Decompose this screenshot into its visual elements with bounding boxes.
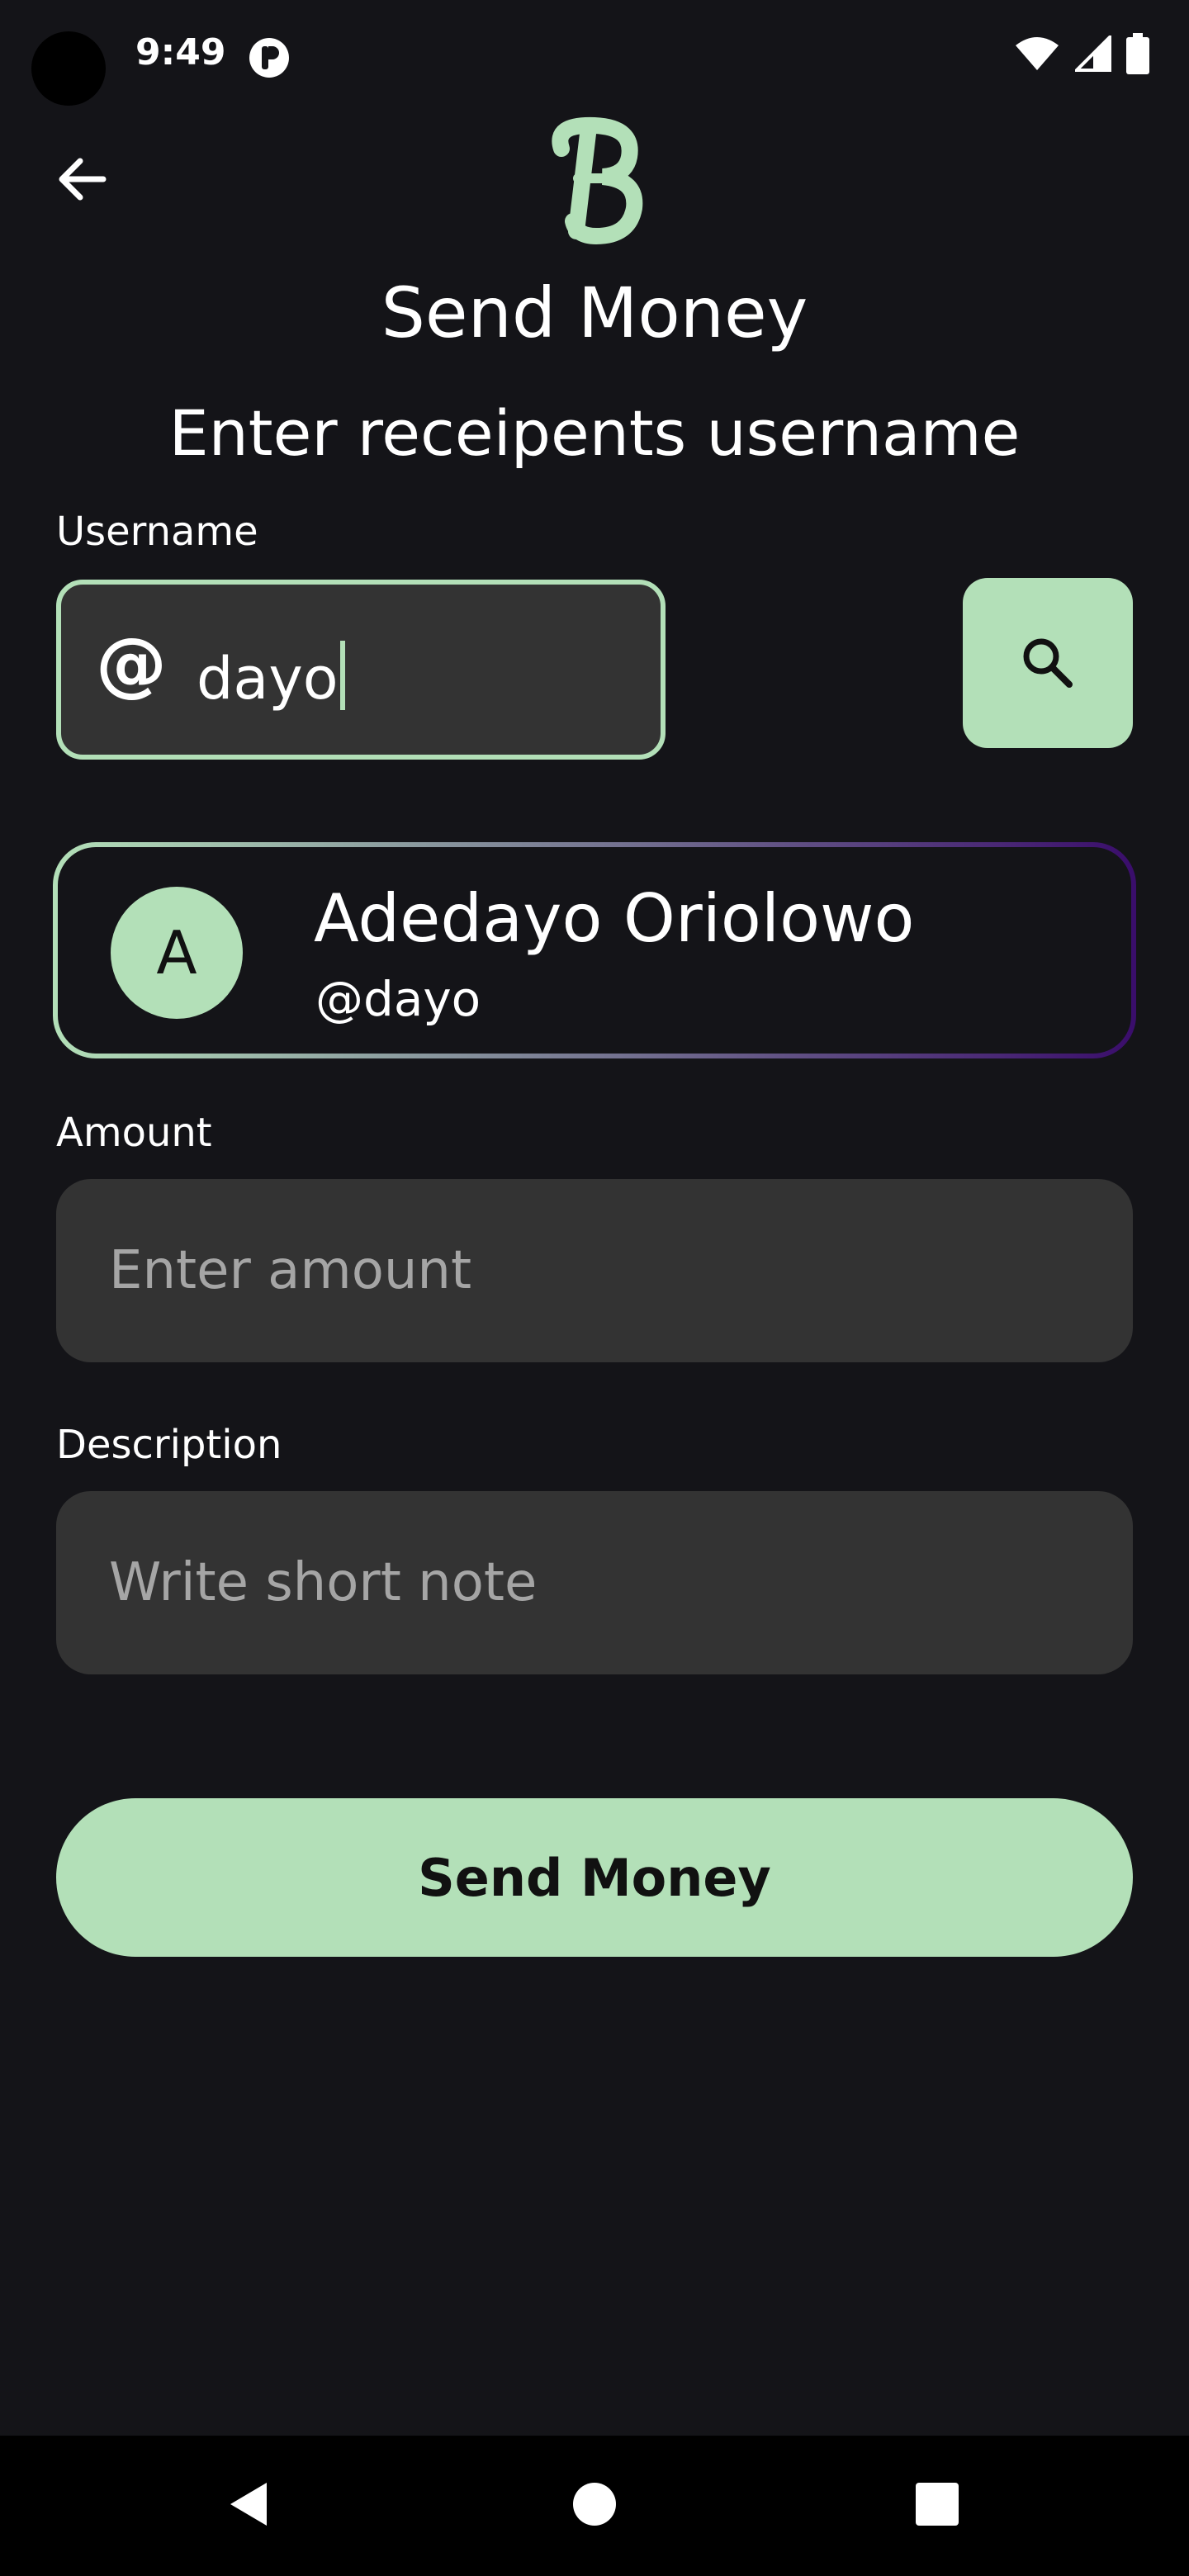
battery-icon <box>1126 33 1149 74</box>
nav-home-button[interactable] <box>549 2459 640 2550</box>
recipient-handle: @dayo <box>315 971 481 1027</box>
back-button[interactable] <box>51 149 112 210</box>
description-label: Description <box>56 1422 282 1468</box>
avatar: A <box>111 887 243 1019</box>
nav-recents-button[interactable] <box>892 2459 983 2550</box>
username-input[interactable]: @ dayo <box>56 580 666 760</box>
navigation-bar <box>0 2436 1189 2576</box>
page-title: Send Money <box>381 272 808 353</box>
amount-field-container <box>56 1179 1133 1362</box>
username-value[interactable]: dayo <box>197 641 345 716</box>
search-button[interactable] <box>963 578 1133 748</box>
camera-cutout <box>31 31 106 106</box>
amount-input[interactable] <box>56 1179 1133 1362</box>
search-icon <box>1023 638 1073 688</box>
wifi-icon <box>1016 37 1059 70</box>
notification-app-icon <box>249 38 289 78</box>
square-recents-icon <box>916 2483 959 2526</box>
recipient-name: Adedayo Oriolowo <box>314 880 915 957</box>
description-field-container <box>56 1491 1133 1674</box>
nav-back-button[interactable] <box>203 2459 294 2550</box>
username-label: Username <box>56 509 258 555</box>
page-subtitle: Enter receipents username <box>168 396 1021 470</box>
amount-label: Amount <box>56 1110 212 1156</box>
recipient-card[interactable]: A Adedayo Oriolowo @dayo <box>53 842 1136 1058</box>
text-cursor <box>339 641 345 710</box>
arrow-left-icon <box>59 158 107 201</box>
triangle-back-icon <box>230 2483 267 2526</box>
send-money-button[interactable]: Send Money <box>56 1798 1133 1957</box>
at-icon: @ <box>96 623 167 705</box>
signal-icon <box>1075 36 1111 72</box>
status-time: 9:49 <box>135 31 226 73</box>
status-icons <box>1014 33 1149 74</box>
description-input[interactable] <box>56 1491 1133 1674</box>
circle-home-icon <box>573 2483 616 2526</box>
status-bar: 9:49 <box>0 0 1189 116</box>
app-logo <box>552 116 643 245</box>
